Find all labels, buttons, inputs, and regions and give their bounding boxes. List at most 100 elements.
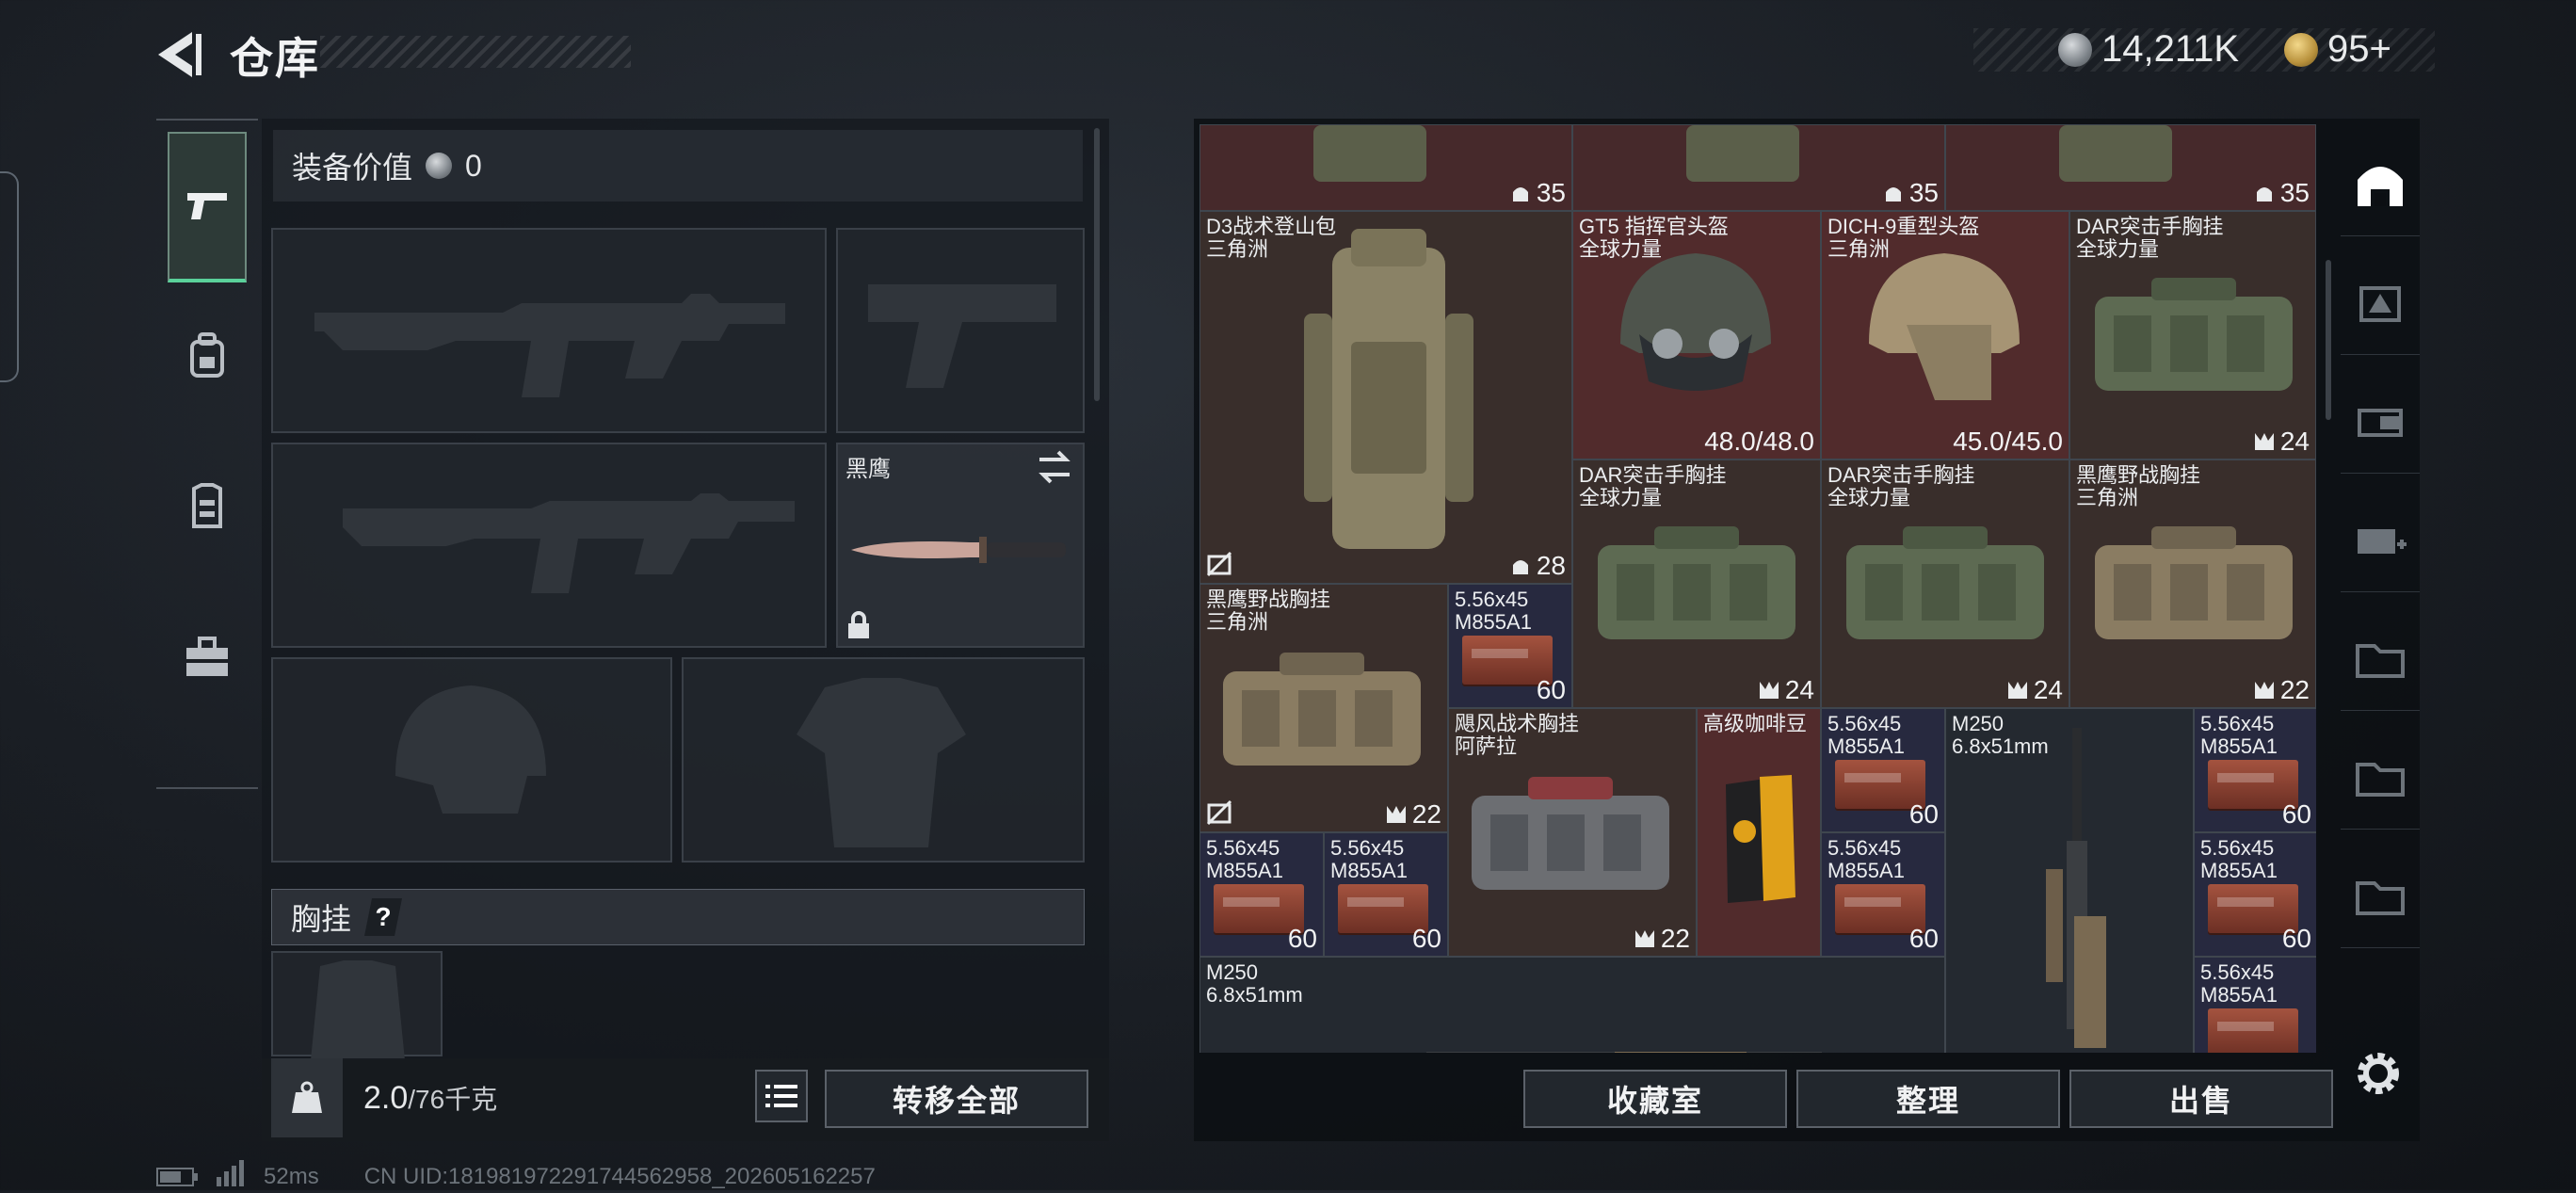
stash-item[interactable]: 35 (1199, 124, 1572, 211)
silver-coin-icon (426, 153, 453, 179)
armor-silhouette-icon (797, 678, 966, 847)
stash-item-coffee[interactable]: 高级咖啡豆 (1697, 708, 1821, 957)
stash-item-backpack[interactable]: D3战术登山包 三角洲 28 (1199, 211, 1572, 584)
primary-weapon-slot[interactable] (271, 228, 827, 433)
chest-rig-icon (2095, 526, 2293, 639)
back-button[interactable] (151, 26, 207, 83)
stash-tab-3a[interactable] (2341, 250, 2420, 355)
stash-item-helmet[interactable]: DICH-9重型头盔 三角洲 45.0/45.0 (1821, 211, 2069, 459)
stash-scrollbar[interactable] (2326, 260, 2331, 420)
battery-icon (156, 1167, 198, 1186)
stash-item-helmet[interactable]: GT5 指挥官头盔 全球力量 48.0/48.0 (1572, 211, 1821, 459)
rank-icon (1386, 806, 1406, 823)
helmet-silhouette-icon (395, 685, 546, 814)
stash-item-chest-rig[interactable]: 黑鹰野战胸挂 三角洲 22 (2069, 459, 2316, 708)
stash-item-chest-rig[interactable]: DAR突击手胸挂 全球力量 24 (1572, 459, 1821, 708)
side-drawer-handle[interactable] (0, 171, 19, 382)
knife-icon (851, 537, 1066, 563)
stash-item-ammo[interactable]: 5.56x45M855A1 60 (2194, 832, 2316, 957)
chest-rig-slot[interactable] (271, 951, 443, 1060)
stash-tab-4c[interactable] (2341, 725, 2420, 830)
machine-gun-icon (2046, 728, 2106, 1048)
stash-item-ammo[interactable]: 5.56x45M855A1 60 (1199, 832, 1324, 957)
folder-icon (2356, 763, 2405, 797)
stash-item-chest-rig[interactable]: 飓风战术胸挂 阿萨拉 22 (1448, 708, 1697, 957)
helmet-icon (1620, 253, 1771, 391)
stash-item[interactable]: 35 (1572, 124, 1945, 211)
stash-tab-3b[interactable] (2341, 369, 2420, 474)
stash-tab-4a[interactable] (2341, 488, 2420, 592)
weight-icon (271, 1058, 343, 1137)
chest-rig-icon (2095, 278, 2293, 391)
loadout-scrollbar[interactable] (1094, 128, 1100, 401)
lock-icon (848, 611, 869, 638)
rail-item-vest[interactable] (168, 431, 247, 582)
stash-item-ammo[interactable]: 5.56x45M855A1 60 (2194, 957, 2316, 1053)
stash-home-icon (2358, 167, 2403, 206)
level-3-icon (2358, 409, 2403, 437)
rank-icon (2007, 682, 2027, 699)
no-insure-icon (1206, 799, 1232, 826)
melee-name: 黑鹰 (845, 457, 891, 482)
chest-rig-icon (1223, 653, 1421, 766)
backpack-icon (190, 332, 224, 378)
sell-button[interactable]: 出售 (2069, 1070, 2333, 1128)
settings-button[interactable] (2352, 1047, 2405, 1100)
stash-item-ammo[interactable]: 5.56x45M855A1 60 (1448, 584, 1572, 708)
silver-amount: 14,211K (2101, 28, 2240, 70)
chest-rig-icon (1313, 125, 1426, 182)
stash-grid: 35 35 35 D3战术登山包 三角洲 28 GT5 指挥官头盔 全球力量 48.… (1199, 124, 2316, 1053)
stash-item-ammo[interactable]: 5.56x45M855A1 60 (2194, 708, 2316, 832)
rail-item-weapons[interactable] (168, 132, 247, 282)
chest-rig-label: 胸挂 (291, 902, 352, 936)
melee-slot[interactable]: 黑鹰 (836, 443, 1085, 648)
rank-icon (1512, 187, 1528, 202)
collection-room-button[interactable]: 收藏室 (1523, 1070, 1787, 1128)
rifle-silhouette-icon (314, 294, 785, 397)
level-3-icon (2359, 286, 2401, 322)
stash-tab-main[interactable] (2341, 132, 2420, 236)
level-4-add-icon (2358, 529, 2407, 554)
stash-item[interactable]: 35 (1945, 124, 2316, 211)
secondary-weapon-slot[interactable] (271, 443, 827, 648)
stash-tab-4b[interactable] (2341, 606, 2420, 711)
ping: 52ms (264, 1163, 319, 1189)
vest-silhouette-icon (311, 960, 405, 1060)
chest-rig-icon (1472, 777, 1669, 890)
chest-rig-icon (1598, 526, 1795, 639)
folder-icon (2356, 644, 2405, 678)
carry-weight: 2.0/76千克 (363, 1079, 497, 1117)
folder-icon (2356, 881, 2405, 915)
list-view-button[interactable] (755, 1070, 808, 1122)
body-armor-slot[interactable] (682, 657, 1085, 863)
page-title: 仓库 (230, 34, 320, 83)
rank-icon (1885, 187, 1901, 202)
coffee-bag-icon (1726, 775, 1795, 903)
rank-icon (1512, 560, 1528, 574)
stash-item-ammo[interactable]: 5.56x45M855A1 60 (1324, 832, 1448, 957)
rank-icon (1634, 930, 1654, 947)
rail-item-backpack[interactable] (168, 281, 247, 431)
stash-item-chest-rig[interactable]: DAR突击手胸挂 全球力量 24 (2069, 211, 2316, 459)
rail-item-toolbox[interactable] (168, 582, 247, 733)
backpack-icon (1304, 229, 1473, 549)
chest-rig-icon (1846, 526, 2044, 639)
loadout-category-rail (156, 119, 258, 789)
silver-currency[interactable]: 14,211K (2058, 28, 2239, 71)
stash-item-chest-rig[interactable]: 黑鹰野战胸挂 三角洲 22 (1199, 584, 1448, 832)
help-button[interactable]: ? (364, 898, 403, 936)
swap-icon[interactable] (1036, 450, 1073, 484)
ammo-box-icon (2208, 1008, 2298, 1053)
sort-button[interactable]: 整理 (1796, 1070, 2060, 1128)
stash-item-weapon[interactable]: M250 6.8x51mm (1945, 708, 2194, 1053)
transfer-all-button[interactable]: 转移全部 (825, 1070, 1088, 1128)
gold-currency[interactable]: 95+ (2284, 28, 2391, 71)
stash-item-weapon[interactable]: M250 6.8x51mm (1199, 957, 1945, 1053)
stash-item-ammo[interactable]: 5.56x45M855A1 60 (1821, 832, 1945, 957)
gold-amount: 95+ (2327, 28, 2391, 70)
sidearm-slot[interactable] (836, 228, 1085, 433)
stash-item-chest-rig[interactable]: DAR突击手胸挂 全球力量 24 (1821, 459, 2069, 708)
stash-tab-4d[interactable] (2341, 844, 2420, 948)
helmet-slot[interactable] (271, 657, 672, 863)
stash-item-ammo[interactable]: 5.56x45M855A1 60 (1821, 708, 1945, 832)
